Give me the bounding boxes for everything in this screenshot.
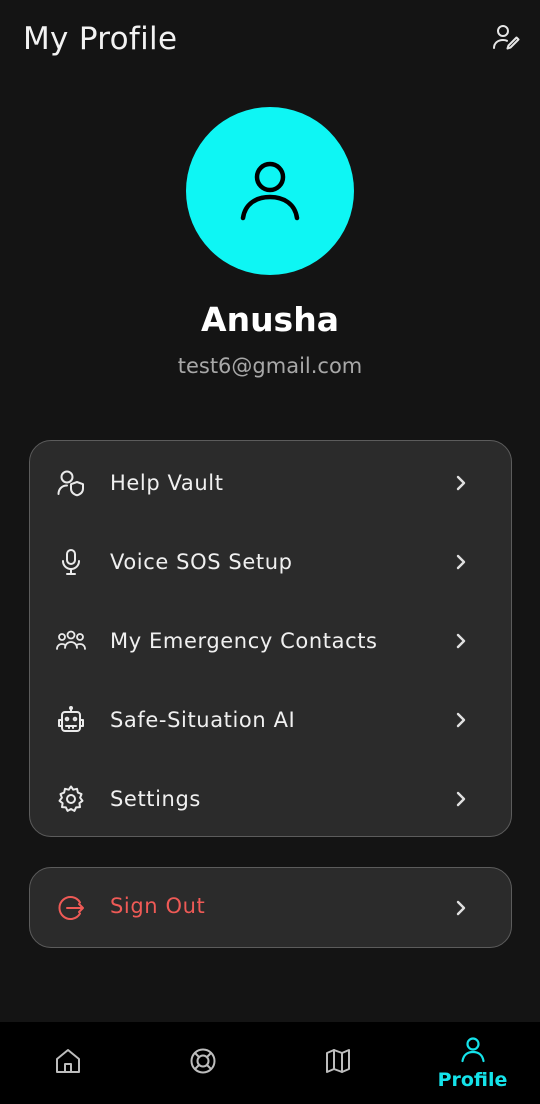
menu-item-safe-situation-ai[interactable]: Safe-Situation AI bbox=[30, 680, 511, 759]
nav-map[interactable] bbox=[270, 1022, 405, 1104]
user-name: Anusha bbox=[201, 300, 339, 339]
profile-menu: Help Vault Voice SOS Setup My Emergency … bbox=[29, 440, 512, 837]
profile-icon bbox=[459, 1035, 487, 1067]
menu-item-label: Settings bbox=[110, 786, 201, 811]
menu-item-label: My Emergency Contacts bbox=[110, 628, 378, 653]
chevron-right-icon bbox=[451, 552, 471, 572]
group-icon bbox=[55, 625, 87, 657]
menu-item-voice-sos[interactable]: Voice SOS Setup bbox=[30, 522, 511, 601]
user-shield-icon bbox=[55, 467, 87, 499]
user-icon bbox=[237, 156, 303, 226]
menu-item-emergency-contacts[interactable]: My Emergency Contacts bbox=[30, 601, 511, 680]
robot-icon bbox=[55, 704, 87, 736]
bottom-nav: Profile bbox=[0, 1022, 540, 1104]
chevron-right-icon bbox=[451, 898, 471, 918]
avatar bbox=[186, 107, 354, 275]
nav-profile[interactable]: Profile bbox=[405, 1022, 540, 1104]
profile-screen: My Profile Anusha test6@gmail.com Help V… bbox=[0, 0, 540, 1104]
sign-out-label: Sign Out bbox=[110, 894, 206, 918]
home-icon bbox=[53, 1046, 83, 1080]
lifebuoy-icon bbox=[188, 1046, 218, 1080]
page-title: My Profile bbox=[23, 21, 178, 57]
edit-profile-button[interactable] bbox=[488, 22, 524, 56]
map-icon bbox=[323, 1046, 353, 1080]
edit-profile-icon bbox=[491, 22, 521, 56]
sign-out-button[interactable]: Sign Out bbox=[29, 867, 512, 948]
chevron-right-icon bbox=[451, 789, 471, 809]
chevron-right-icon bbox=[451, 631, 471, 651]
logout-icon bbox=[55, 892, 87, 924]
nav-help[interactable] bbox=[135, 1022, 270, 1104]
nav-profile-label: Profile bbox=[437, 1069, 508, 1091]
header: My Profile bbox=[0, 0, 540, 80]
menu-item-label: Help Vault bbox=[110, 470, 224, 495]
menu-item-settings[interactable]: Settings bbox=[30, 759, 511, 838]
menu-item-label: Safe-Situation AI bbox=[110, 707, 296, 732]
nav-home[interactable] bbox=[0, 1022, 135, 1104]
chevron-right-icon bbox=[451, 710, 471, 730]
microphone-icon bbox=[55, 546, 87, 578]
gear-icon bbox=[55, 783, 87, 815]
menu-item-label: Voice SOS Setup bbox=[110, 549, 293, 574]
chevron-right-icon bbox=[451, 473, 471, 493]
user-email: test6@gmail.com bbox=[177, 354, 363, 378]
menu-item-help-vault[interactable]: Help Vault bbox=[30, 443, 511, 522]
